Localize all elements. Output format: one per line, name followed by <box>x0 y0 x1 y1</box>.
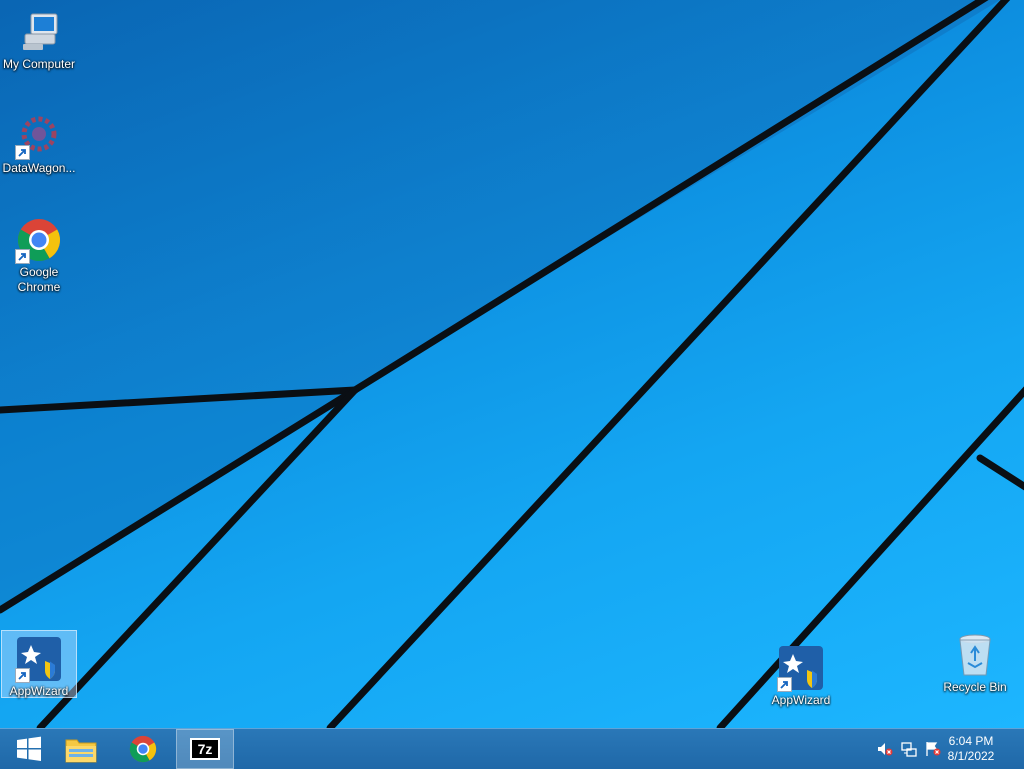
desktop-icon-label: My Computer <box>2 57 76 71</box>
desktop[interactable]: My Computer DataWagon... Google Chrome A… <box>0 0 1024 728</box>
clock[interactable]: 6:04 PM 8/1/2022 <box>936 734 1006 764</box>
clock-date: 8/1/2022 <box>947 749 995 763</box>
desktop-icon-label: AppWizard <box>9 684 69 698</box>
desktop-icon-appwizard[interactable]: AppWizard <box>1 630 77 698</box>
taskbar-chrome[interactable] <box>114 729 172 769</box>
file-explorer-icon <box>65 739 97 763</box>
desktop-icon-my-computer[interactable]: My Computer <box>1 4 77 72</box>
desktop-icon-datawagon[interactable]: DataWagon... <box>1 108 77 176</box>
datawagon-icon <box>15 112 63 160</box>
7zip-icon: 7z <box>190 738 220 760</box>
computer-icon <box>15 8 63 56</box>
desktop-icon-google-chrome[interactable]: Google Chrome <box>1 212 77 295</box>
network-icon[interactable] <box>901 741 917 757</box>
desktop-icon-label: Google Chrome <box>17 265 61 294</box>
7zip-label: 7z <box>197 741 213 757</box>
start-button[interactable] <box>0 729 58 769</box>
clock-time: 6:04 PM <box>948 734 994 748</box>
wallpaper <box>0 0 1024 728</box>
taskbar: 7z 6:04 PM 8/1/2022 <box>0 728 1024 769</box>
shortcut-arrow-icon <box>15 668 30 683</box>
appwizard-icon <box>15 635 63 683</box>
volume-muted-icon[interactable] <box>877 741 893 757</box>
shortcut-arrow-icon <box>777 677 792 692</box>
shortcut-arrow-icon <box>15 249 30 264</box>
windows-logo-icon <box>17 736 41 761</box>
shortcut-arrow-icon <box>15 145 30 160</box>
desktop-icon-recycle-bin[interactable]: Recycle Bin <box>937 627 1013 695</box>
taskbar-7zip[interactable]: 7z <box>176 729 234 769</box>
system-tray: 6:04 PM 8/1/2022 <box>864 729 1024 769</box>
desktop-icon-label: DataWagon... <box>2 161 76 175</box>
desktop-icon-label: Recycle Bin <box>943 680 1007 694</box>
appwizard-icon <box>777 644 825 692</box>
recycle-bin-icon <box>951 631 999 679</box>
desktop-icon-appwizard-2[interactable]: AppWizard <box>763 640 839 708</box>
taskbar-file-explorer[interactable] <box>52 729 110 769</box>
desktop-icon-label: AppWizard <box>771 693 831 707</box>
chrome-icon <box>129 735 157 763</box>
chrome-icon <box>15 216 63 264</box>
